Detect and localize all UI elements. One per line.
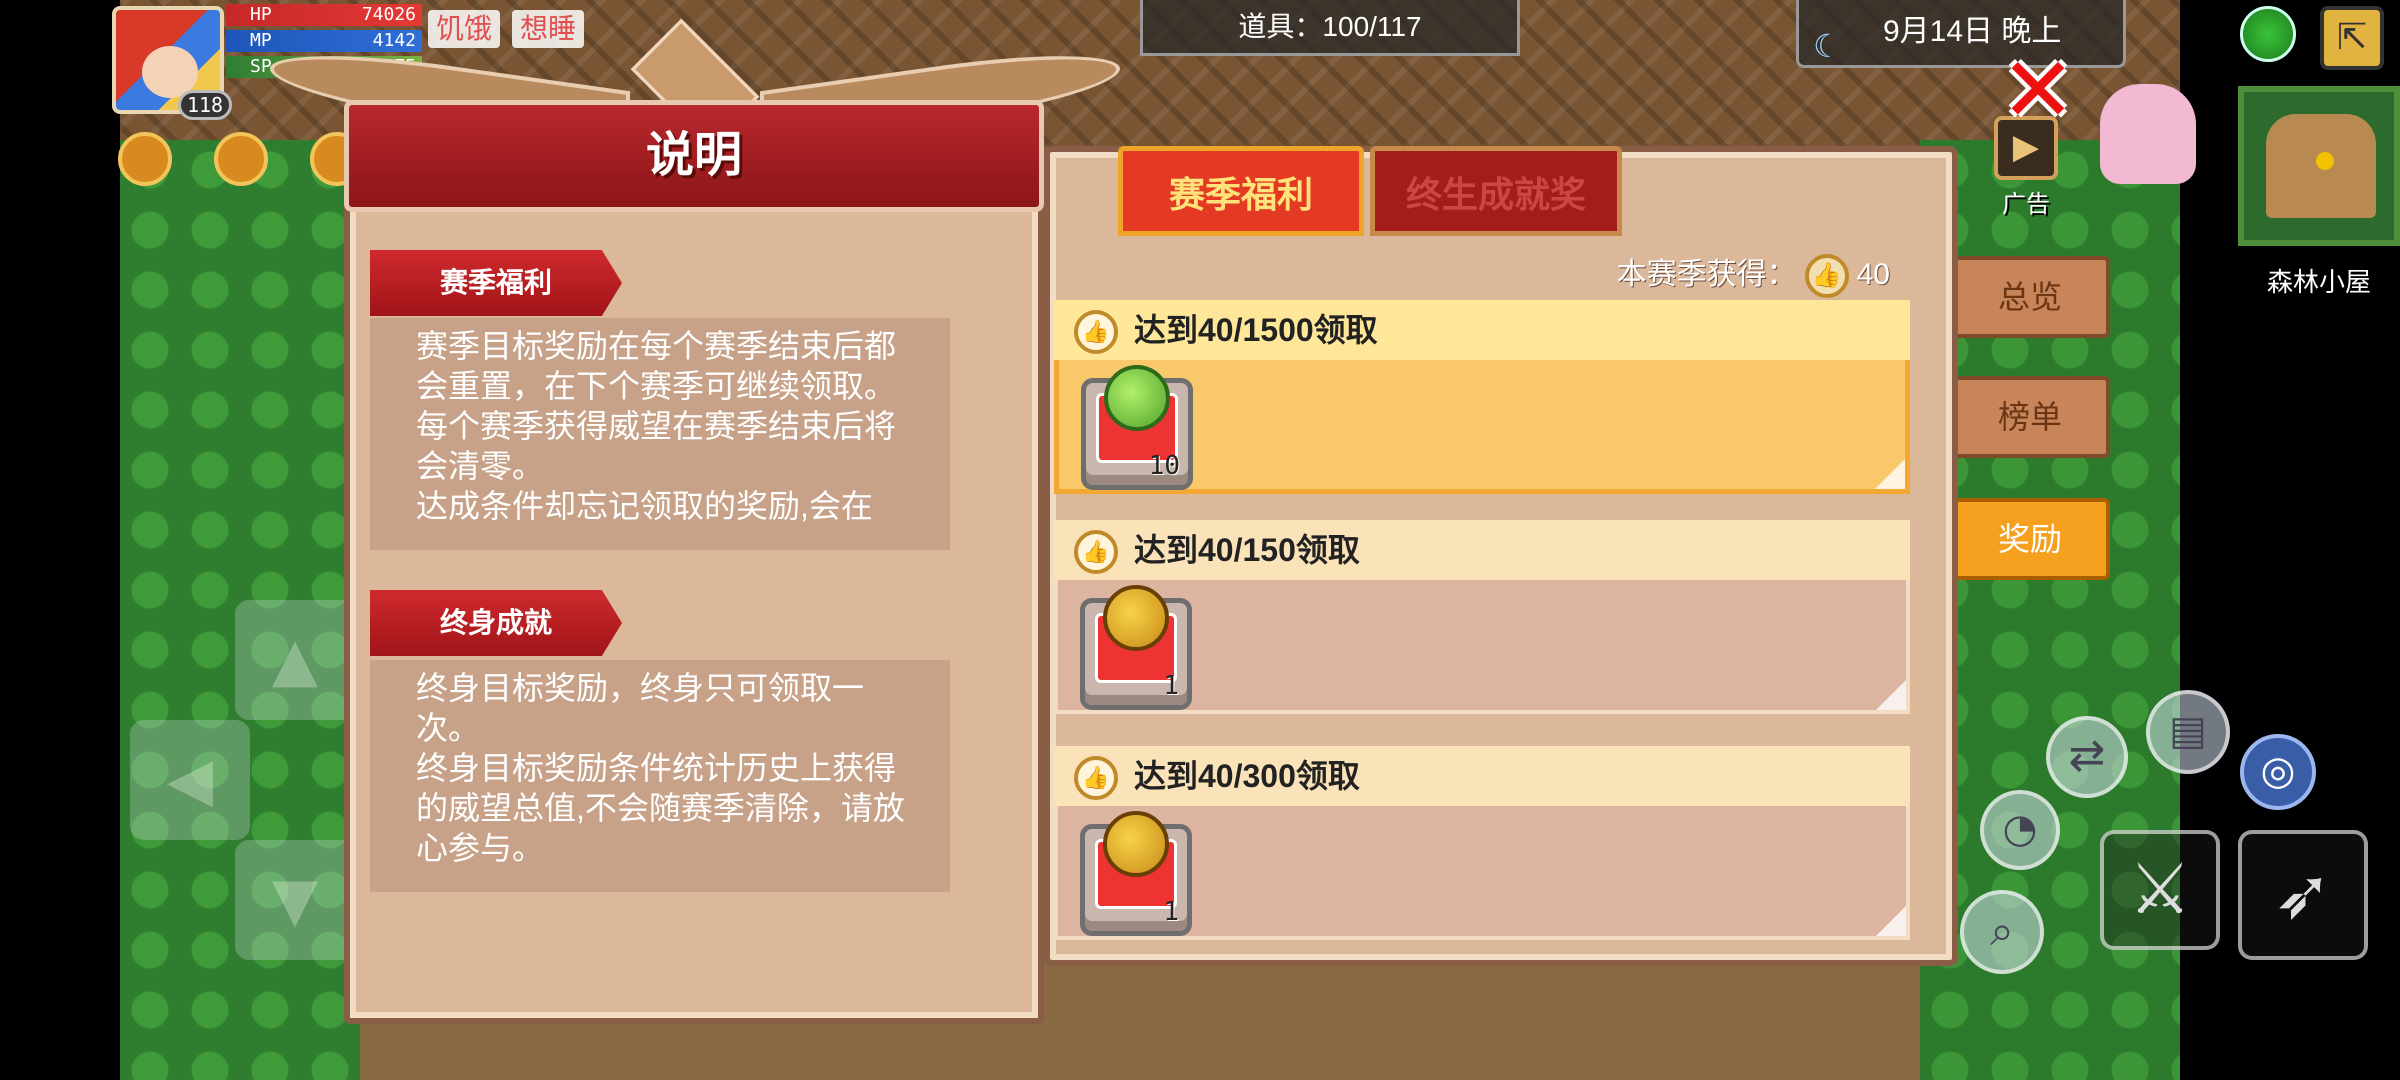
status-hungry: 饥饿 bbox=[428, 10, 501, 48]
reward-card-body: 10 bbox=[1054, 360, 1910, 494]
book-icon[interactable]: ▤ bbox=[2146, 690, 2230, 774]
npc-bunny[interactable] bbox=[2100, 84, 2196, 184]
close-icon[interactable]: ✕ bbox=[2000, 46, 2076, 136]
tab-overview[interactable]: 总览 bbox=[1950, 256, 2110, 338]
tab-reward[interactable]: 奖励 bbox=[1950, 498, 2110, 580]
swap-icon[interactable]: ⇄ bbox=[2046, 716, 2128, 798]
chat-icon[interactable]: ◔ bbox=[1980, 790, 2060, 870]
network-icon[interactable] bbox=[2240, 6, 2296, 62]
bow-icon[interactable]: ➶ bbox=[2238, 830, 2368, 960]
date-time: ☾ 9月14日 晚上 bbox=[1796, 0, 2126, 68]
reward-card-header: 👍 达到40/300领取 bbox=[1054, 746, 1910, 806]
tab-lifetime-achievement[interactable]: 终生成就奖 bbox=[1370, 146, 1622, 236]
reward-item-slot[interactable]: 1 bbox=[1080, 585, 1192, 710]
reward-item-slot[interactable]: 1 bbox=[1080, 811, 1192, 936]
lifetime-description-text: 终身目标奖励，终身只可领取一次。 终身目标奖励条件统计历史上获得的威望总值,不会… bbox=[416, 670, 905, 866]
exit-icon[interactable]: ⇱ bbox=[2320, 6, 2384, 70]
skill-2-icon[interactable] bbox=[214, 132, 268, 186]
hp-value: 74026 bbox=[361, 4, 416, 25]
reward-card-body: 1 bbox=[1054, 580, 1910, 714]
level-badge: 118 bbox=[178, 90, 232, 120]
season-description: 赛季目标奖励在每个赛季结束后都会重置，在下个赛季可继续领取。每个赛季获得威望在赛… bbox=[370, 318, 950, 550]
minimap[interactable] bbox=[2238, 86, 2400, 246]
gold-coin-icon bbox=[1103, 585, 1169, 651]
reward-card-title: 达到40/1500领取 bbox=[1134, 312, 1378, 348]
sword-icon[interactable]: ⚔ bbox=[2100, 830, 2220, 950]
reward-card[interactable]: 👍 达到40/300领取 1 bbox=[1054, 746, 1910, 946]
dpad-down-icon[interactable]: ▼ bbox=[235, 840, 355, 960]
prestige-coin-icon: 👍 bbox=[1074, 530, 1118, 574]
earned-label: 本赛季获得： bbox=[1616, 258, 1797, 291]
lifetime-description: 终身目标奖励，终身只可领取一次。 终身目标奖励条件统计历史上获得的威望总值,不会… bbox=[370, 660, 950, 892]
reward-card-body: 1 bbox=[1054, 806, 1910, 940]
season-section-title: 赛季福利 bbox=[370, 250, 622, 316]
leaf-icon bbox=[1104, 365, 1170, 431]
tab-season-benefits[interactable]: 赛季福利 bbox=[1118, 146, 1364, 236]
ad-label: 广告 bbox=[2002, 191, 2050, 218]
item-quantity: 10 bbox=[1148, 451, 1180, 481]
season-earned: 本赛季获得： 👍 40 bbox=[1580, 250, 1890, 300]
dpad-up-icon[interactable]: ▲ bbox=[235, 600, 355, 720]
card-corner bbox=[1876, 680, 1906, 710]
game-screen: ▲ ◀ ▼ 118 HP 74026 MP 4142 SP 175 饥饿 想睡 … bbox=[0, 0, 2400, 1080]
map-name: 森林小屋 bbox=[2266, 267, 2371, 297]
earned-value: 40 bbox=[1856, 258, 1890, 291]
mp-value: 4142 bbox=[372, 30, 416, 51]
item-quantity: 1 bbox=[1163, 671, 1179, 701]
item-quantity: 1 bbox=[1163, 897, 1179, 927]
hp-label: HP bbox=[250, 4, 272, 25]
status-sleepy: 想睡 bbox=[512, 10, 585, 48]
info-title: 说明 bbox=[344, 100, 1044, 212]
reward-card-title: 达到40/150领取 bbox=[1134, 532, 1360, 568]
moon-icon: ☾ bbox=[1813, 28, 1842, 64]
skill-1-icon[interactable] bbox=[118, 132, 172, 186]
prestige-coin-icon: 👍 bbox=[1074, 310, 1118, 354]
lifetime-section-title: 终身成就 bbox=[370, 590, 622, 656]
season-description-text: 赛季目标奖励在每个赛季结束后都会重置，在下个赛季可继续领取。每个赛季获得威望在赛… bbox=[416, 328, 897, 524]
prestige-coin-icon: 👍 bbox=[1074, 756, 1118, 800]
reward-item-slot[interactable]: 10 bbox=[1081, 365, 1193, 490]
reward-card[interactable]: 👍 达到40/1500领取 10 bbox=[1054, 300, 1910, 500]
reward-card-title: 达到40/300领取 bbox=[1134, 758, 1360, 794]
dpad-left-icon[interactable]: ◀ bbox=[130, 720, 250, 840]
reward-card[interactable]: 👍 达到40/150领取 1 bbox=[1054, 520, 1910, 720]
search-icon[interactable]: ⌕ bbox=[1960, 890, 2044, 974]
sp-label: SP bbox=[250, 56, 272, 77]
inventory-counter[interactable]: 道具：100/117 bbox=[1140, 0, 1520, 56]
card-corner bbox=[1875, 459, 1905, 489]
prestige-coin-icon: 👍 bbox=[1804, 254, 1849, 299]
minimap-player-dot bbox=[2316, 152, 2334, 170]
mp-bar: MP 4142 bbox=[226, 30, 422, 52]
mp-label: MP bbox=[250, 30, 272, 51]
reward-card-header: 👍 达到40/150领取 bbox=[1054, 520, 1910, 580]
gold-coin-icon bbox=[1103, 811, 1169, 877]
tab-ranking[interactable]: 榜单 bbox=[1950, 376, 2110, 458]
hp-bar: HP 74026 bbox=[226, 4, 422, 26]
card-corner bbox=[1876, 906, 1906, 936]
reward-card-header: 👍 达到40/1500领取 bbox=[1054, 300, 1910, 360]
target-icon[interactable]: ◎ bbox=[2240, 734, 2316, 810]
